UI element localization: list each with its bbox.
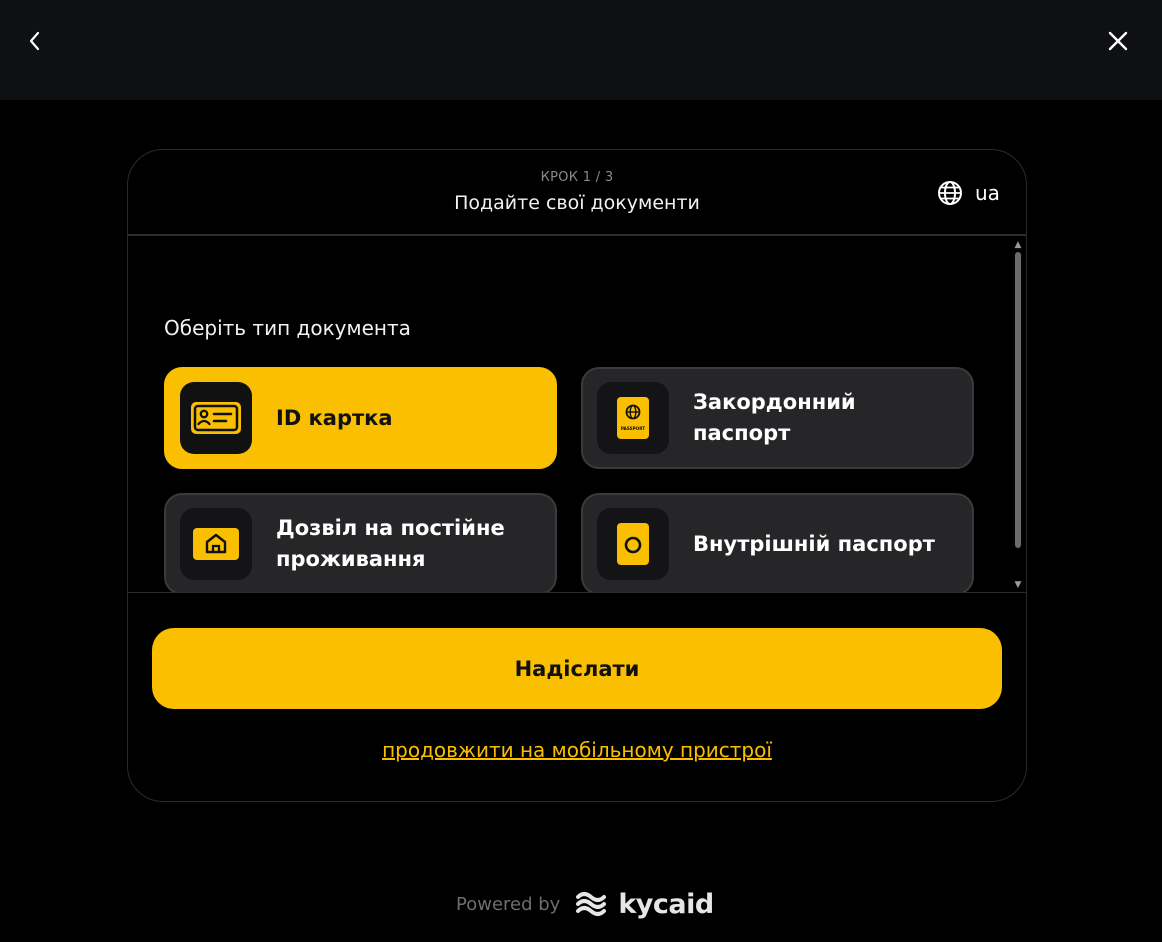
powered-by: Powered by kycaid bbox=[456, 886, 714, 922]
back-button[interactable] bbox=[17, 24, 51, 58]
doc-option-label: Закордонний паспорт bbox=[693, 390, 856, 445]
doc-option-residence-permit[interactable]: Дозвіл на постійне проживання bbox=[164, 493, 557, 592]
language-value: ua bbox=[975, 181, 1000, 205]
kycaid-logo-icon bbox=[576, 892, 607, 916]
scroll-up-icon[interactable]: ▲ bbox=[1012, 240, 1024, 250]
page-title: Подайте свої документи bbox=[454, 192, 700, 214]
language-selector[interactable]: ua bbox=[937, 179, 1000, 207]
submit-button[interactable]: Надіслати bbox=[152, 628, 1002, 709]
top-bar bbox=[0, 0, 1162, 100]
doc-option-icon-box bbox=[597, 508, 669, 580]
continue-on-mobile-link[interactable]: продовжити на мобільному пристрої bbox=[128, 738, 1026, 762]
verification-card: КРОК 1 / 3 Подайте свої документи ua Обе… bbox=[127, 149, 1027, 802]
doc-option-icon-box bbox=[180, 508, 252, 580]
close-icon bbox=[1108, 31, 1128, 51]
document-type-label: Оберіть тип документа bbox=[164, 316, 411, 340]
doc-option-id-card[interactable]: ID картка bbox=[164, 367, 557, 469]
passport-icon-caption: PASSPORT bbox=[621, 426, 645, 431]
doc-option-label: Внутрішній паспорт bbox=[693, 531, 935, 556]
globe-icon bbox=[938, 181, 962, 205]
powered-by-text: Powered by bbox=[456, 893, 561, 915]
doc-option-passport[interactable]: PASSPORT Закордонний паспорт bbox=[581, 367, 974, 469]
scrollbar-thumb[interactable] bbox=[1015, 252, 1021, 548]
doc-option-icon-box bbox=[180, 382, 252, 454]
divider bbox=[128, 592, 1026, 593]
doc-option-icon-box: PASSPORT bbox=[597, 382, 669, 454]
brand-name: kycaid bbox=[618, 888, 714, 920]
document-type-list[interactable]: Оберіть тип документа ID картка PASSPORT… bbox=[128, 236, 1026, 592]
doc-option-label: Дозвіл на постійне проживання bbox=[276, 516, 505, 571]
scroll-down-icon[interactable]: ▼ bbox=[1012, 580, 1024, 590]
doc-option-internal-passport[interactable]: Внутрішній паспорт bbox=[581, 493, 974, 592]
id-card-icon bbox=[191, 402, 241, 434]
chevron-left-icon bbox=[29, 31, 40, 51]
step-indicator: КРОК 1 / 3 bbox=[540, 170, 614, 185]
card-header: КРОК 1 / 3 Подайте свої документи ua bbox=[128, 150, 1026, 236]
scrollbar[interactable]: ▲ ▼ bbox=[1012, 240, 1024, 590]
internal-passport-icon bbox=[617, 523, 649, 565]
passport-icon: PASSPORT bbox=[617, 397, 649, 439]
close-button[interactable] bbox=[1101, 24, 1135, 58]
residence-permit-icon bbox=[193, 528, 239, 560]
brand-logo: kycaid bbox=[572, 888, 714, 920]
doc-option-label: ID картка bbox=[276, 405, 393, 430]
